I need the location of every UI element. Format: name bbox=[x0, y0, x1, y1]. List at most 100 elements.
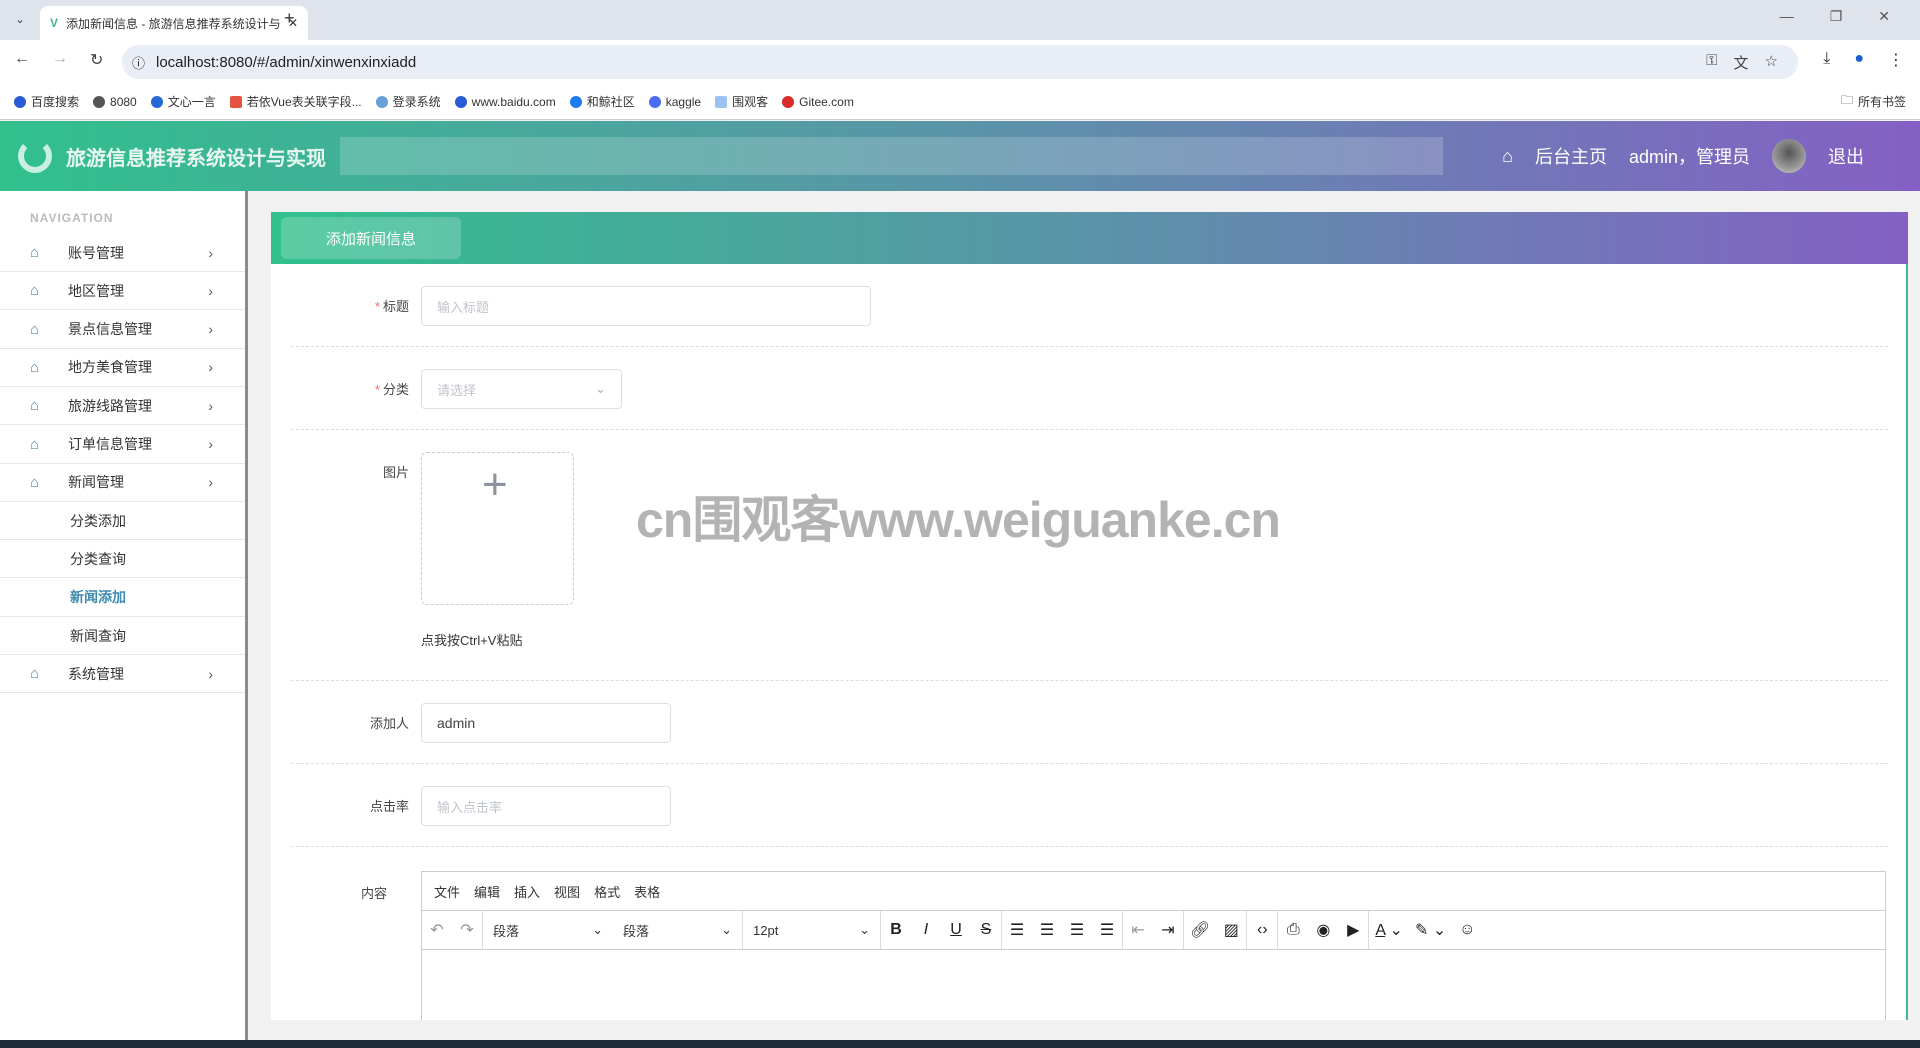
image-icon[interactable]: ▨ bbox=[1222, 920, 1240, 940]
link-icon[interactable]: 🔗︎ bbox=[1190, 920, 1210, 940]
bookmark-star-icon[interactable]: ☆ bbox=[1765, 52, 1778, 73]
font-size-select[interactable]: 12pt ⌄ bbox=[743, 911, 881, 949]
menu-insert[interactable]: 插入 bbox=[514, 882, 540, 901]
bookmark-item[interactable]: 文心一言 bbox=[150, 93, 216, 110]
app-header: 旅游信息推荐系统设计与实现 ⌂ 后台主页 admin，管理员 退出 bbox=[0, 121, 1920, 191]
editor-menubar: 文件 编辑 插入 视图 格式 表格 bbox=[422, 872, 1885, 911]
bookmark-item[interactable]: Gitee.com bbox=[782, 95, 854, 109]
sidebar-item[interactable]: ⌂ 账号管理 › bbox=[0, 234, 245, 272]
menu-format[interactable]: 格式 bbox=[594, 882, 620, 901]
adder-input[interactable]: admin bbox=[421, 703, 671, 743]
menu-dots-icon[interactable]: ⋮ bbox=[1888, 50, 1904, 70]
address-bar[interactable]: ⓘ localhost:8080/#/admin/xinwenxinxiadd … bbox=[122, 45, 1798, 79]
redo-icon[interactable]: ↷ bbox=[458, 920, 476, 940]
align-center-icon[interactable]: ☰ bbox=[1038, 920, 1056, 940]
close-window-icon[interactable]: ✕ bbox=[1878, 8, 1890, 25]
home-icon: ⌂ bbox=[30, 358, 40, 376]
align-justify-icon[interactable]: ☰ bbox=[1098, 920, 1116, 940]
highlight-color-icon[interactable]: ✎ ⌄ bbox=[1415, 920, 1446, 940]
emoticons-icon[interactable]: ☺ bbox=[1458, 921, 1476, 939]
forward-icon[interactable]: → bbox=[52, 50, 68, 70]
align-left-icon[interactable]: ☰ bbox=[1008, 920, 1026, 940]
sidebar-item[interactable]: ⌂ 系统管理 › bbox=[0, 655, 245, 694]
avatar[interactable] bbox=[1772, 139, 1806, 173]
code-icon[interactable]: ‹› bbox=[1253, 921, 1271, 939]
password-key-icon[interactable]: ⚿ bbox=[1706, 52, 1717, 73]
bookmark-item[interactable]: kaggle bbox=[648, 95, 701, 109]
category-select[interactable]: 请选择 ⌄ bbox=[421, 369, 622, 409]
sidebar-item[interactable]: ⌂ 订单信息管理 › bbox=[0, 426, 245, 464]
minimize-icon[interactable]: — bbox=[1780, 8, 1794, 25]
bookmark-item[interactable]: 和鲸社区 bbox=[569, 93, 635, 110]
user-info: admin，管理员 bbox=[1628, 147, 1750, 167]
bookmark-item[interactable]: 若依Vue表关联字段... bbox=[229, 93, 362, 110]
indent-icon[interactable]: ⇥ bbox=[1159, 920, 1177, 940]
clicks-input[interactable]: 输入点击率 bbox=[421, 786, 671, 826]
menu-edit[interactable]: 编辑 bbox=[474, 882, 500, 901]
sidebar-item-label: 景点信息管理 bbox=[68, 321, 152, 338]
sidebar-item[interactable]: ⌂ 地方美食管理 › bbox=[0, 349, 245, 387]
logout-link[interactable]: 退出 bbox=[1828, 143, 1864, 169]
tab-search-chevron-icon[interactable]: ⌄ bbox=[10, 8, 30, 32]
bookmark-item[interactable]: 8080 bbox=[93, 95, 137, 109]
sidebar-item-label: 新闻查询 bbox=[70, 627, 126, 644]
menu-table[interactable]: 表格 bbox=[634, 882, 660, 901]
site-info-icon[interactable]: ⓘ bbox=[132, 53, 145, 72]
sidebar-item-label: 新闻管理 bbox=[68, 474, 124, 491]
font-family-select[interactable]: 段落 ⌄ bbox=[613, 911, 743, 949]
menu-file[interactable]: 文件 bbox=[434, 882, 460, 901]
paste-hint[interactable]: 点我按Ctrl+V粘贴 bbox=[421, 630, 522, 649]
chevron-right-icon: › bbox=[208, 474, 213, 491]
bold-icon[interactable]: B bbox=[887, 921, 905, 939]
sidebar-item[interactable]: 新闻查询 bbox=[0, 617, 245, 655]
sidebar-item-label: 分类添加 bbox=[70, 512, 126, 529]
sidebar-item-label: 新闻添加 bbox=[70, 589, 126, 606]
chevron-right-icon: › bbox=[208, 321, 213, 338]
underline-icon[interactable]: U bbox=[947, 921, 965, 939]
bookmark-item[interactable]: 围观客 bbox=[715, 93, 768, 110]
all-bookmarks[interactable]: 🗀 所有书签 bbox=[1841, 91, 1906, 112]
chevron-down-icon: ⌄ bbox=[592, 922, 603, 937]
sidebar-item[interactable]: 分类添加 bbox=[0, 502, 245, 541]
restore-icon[interactable]: ❐ bbox=[1830, 8, 1843, 25]
block-format-select[interactable]: 段落 ⌄ bbox=[483, 911, 613, 949]
download-icon[interactable]: ⤓ bbox=[1823, 50, 1830, 70]
outdent-icon[interactable]: ⇤ bbox=[1129, 920, 1147, 940]
translate-icon[interactable]: 文 bbox=[1734, 52, 1749, 73]
new-tab-icon[interactable]: + bbox=[284, 8, 295, 29]
sidebar-item[interactable]: ⌂ 旅游线路管理 › bbox=[0, 387, 245, 426]
sidebar-item-label: 分类查询 bbox=[70, 550, 126, 567]
plus-icon: + bbox=[482, 460, 508, 509]
title-input[interactable]: 输入标题 bbox=[421, 286, 871, 326]
sidebar-item[interactable]: ⌂ 景点信息管理 › bbox=[0, 311, 245, 349]
home-link[interactable]: 后台主页 bbox=[1535, 143, 1607, 169]
menu-view[interactable]: 视图 bbox=[554, 882, 580, 901]
undo-icon[interactable]: ↶ bbox=[428, 920, 446, 940]
preview-icon[interactable]: ◉ bbox=[1314, 920, 1332, 940]
image-upload[interactable]: + bbox=[421, 452, 574, 605]
browser-tab[interactable]: V 添加新闻信息 - 旅游信息推荐系统设计与实现 ✕ bbox=[40, 6, 308, 40]
home-icon[interactable]: ⌂ bbox=[1502, 146, 1513, 167]
home-icon: ⌂ bbox=[30, 473, 40, 491]
text-color-icon[interactable]: A ⌄ bbox=[1375, 920, 1403, 940]
reload-icon[interactable]: ↻ bbox=[90, 50, 103, 70]
italic-icon[interactable]: I bbox=[917, 921, 935, 939]
align-right-icon[interactable]: ☰ bbox=[1068, 920, 1086, 940]
app-logo-icon bbox=[18, 139, 52, 173]
sidebar-item[interactable]: ⌂ 地区管理 › bbox=[0, 272, 245, 311]
home-icon: ⌂ bbox=[30, 435, 40, 453]
sidebar-item[interactable]: ⌂ 新闻管理 › bbox=[0, 464, 245, 502]
media-icon[interactable]: ▶ bbox=[1344, 920, 1362, 940]
bookmark-item[interactable]: www.baidu.com bbox=[454, 95, 556, 109]
back-icon[interactable]: ← bbox=[14, 50, 30, 70]
sidebar-item[interactable]: 新闻添加 bbox=[0, 579, 245, 617]
card-title-tab[interactable]: 添加新闻信息 bbox=[281, 217, 461, 259]
profile-icon[interactable]: ● bbox=[1854, 50, 1864, 70]
form-card: 添加新闻信息 * 标题 输入标题 * 分类 请选择 ⌄ 图片 + 点我按Ctrl+V粘… bbox=[271, 212, 1908, 1020]
home-icon: ⌂ bbox=[30, 244, 40, 261]
strikethrough-icon[interactable]: S bbox=[977, 921, 995, 939]
print-icon[interactable]: ⎙ bbox=[1284, 921, 1302, 939]
bookmark-item[interactable]: 百度搜索 bbox=[14, 93, 79, 110]
bookmark-item[interactable]: 登录系统 bbox=[375, 93, 441, 110]
sidebar-item[interactable]: 分类查询 bbox=[0, 540, 245, 579]
